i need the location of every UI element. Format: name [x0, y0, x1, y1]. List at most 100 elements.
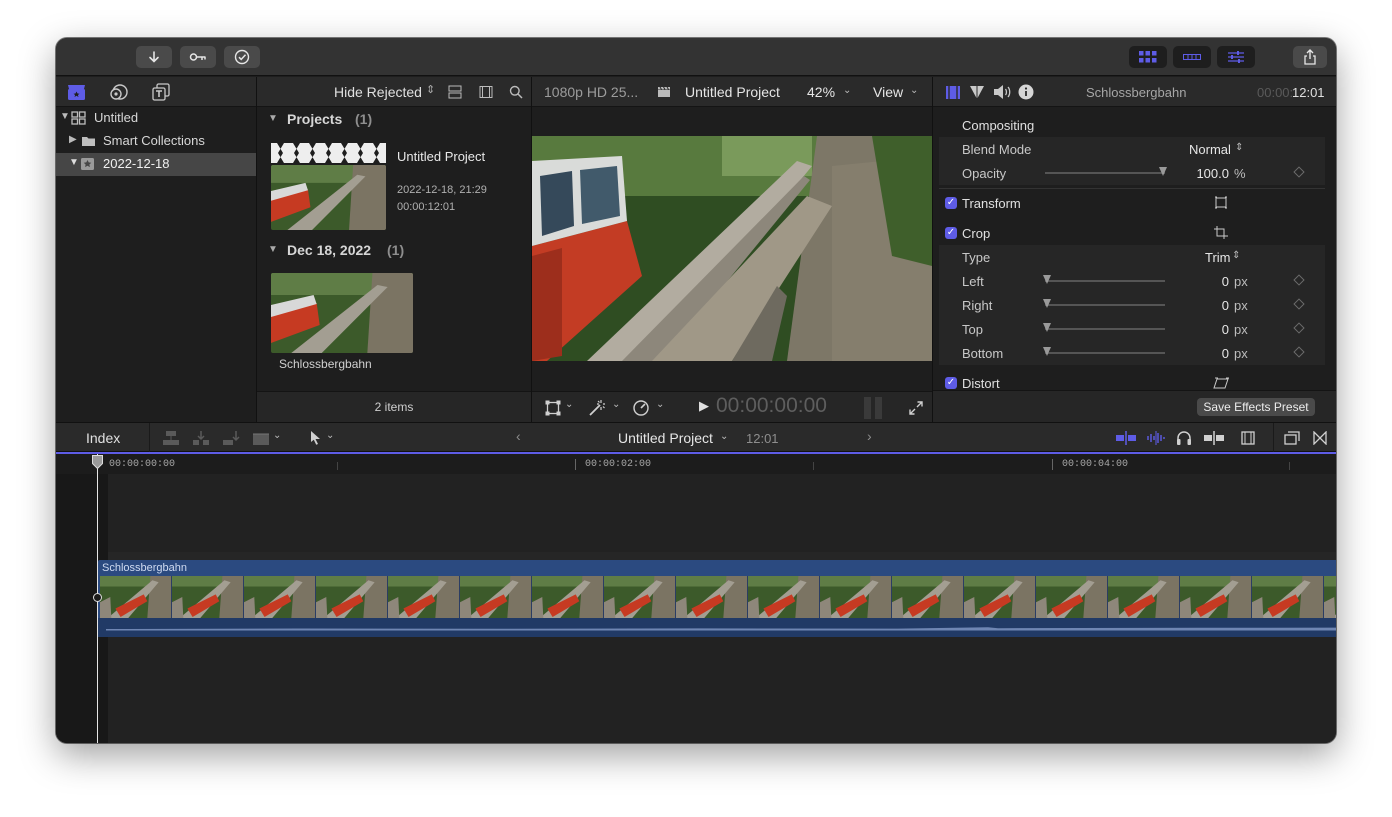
crop-right-slider-knob[interactable] [1043, 299, 1051, 308]
library-item-smart-collections[interactable]: ▶ Smart Collections [56, 130, 256, 153]
photos-audio-icon[interactable] [109, 83, 129, 101]
share-button[interactable] [1293, 46, 1327, 68]
save-effects-preset-button[interactable]: Save Effects Preset [1197, 398, 1315, 416]
search-icon[interactable] [509, 85, 523, 99]
clip-appearance-icon[interactable] [1241, 431, 1255, 445]
crop-left-value[interactable]: 0 [1189, 274, 1229, 289]
viewer-video-frame[interactable] [532, 136, 932, 361]
timeline-area[interactable]: 00:00:00:00 00:00:02:00 00:00:04:00 Schl… [56, 452, 1336, 743]
headphones-icon[interactable] [1176, 430, 1192, 446]
disclosure-open-icon[interactable]: ▼ [69, 157, 79, 168]
keyframe-diamond-icon[interactable] [1293, 322, 1305, 334]
keywords-button[interactable] [180, 46, 216, 68]
select-tool-icon[interactable] [310, 430, 322, 446]
minimize-button[interactable] [89, 51, 101, 63]
chevron-updown-icon[interactable]: ⇕ [426, 83, 435, 96]
info-icon[interactable] [1018, 84, 1034, 100]
disclosure-open-icon[interactable]: ▼ [60, 111, 70, 122]
keyframe-diamond-icon[interactable] [1293, 346, 1305, 358]
timecode-display[interactable]: 00:00:00:00 [716, 394, 827, 418]
crop-bottom-value[interactable]: 0 [1189, 346, 1229, 361]
chevron-down-icon[interactable]: ⌄ [565, 399, 573, 410]
zoom-button[interactable] [109, 51, 121, 63]
crop-left-slider[interactable] [1045, 280, 1165, 282]
crop-top-slider-knob[interactable] [1043, 323, 1051, 332]
timeline-clip[interactable]: Schlossbergbahn [98, 560, 1336, 637]
keyframe-diamond-icon[interactable] [1293, 166, 1305, 178]
chevron-updown-icon[interactable]: ⇕ [1235, 142, 1243, 153]
opacity-value[interactable]: 100.0 [1189, 166, 1229, 181]
clip-appearance-icon[interactable] [448, 85, 462, 99]
crop-top-slider[interactable] [1045, 328, 1165, 330]
crop-left-slider-knob[interactable] [1043, 275, 1051, 284]
playhead-handle-icon[interactable] [92, 455, 103, 469]
distort-onscreen-icon[interactable] [1213, 377, 1229, 389]
titles-generators-icon[interactable] [151, 83, 171, 101]
crop-bottom-slider-knob[interactable] [1043, 347, 1051, 356]
show-timeline-button[interactable] [1173, 46, 1211, 68]
append-clip-icon[interactable] [222, 430, 240, 446]
crop-top-value[interactable]: 0 [1189, 322, 1229, 337]
overwrite-clip-icon[interactable] [252, 430, 270, 446]
chevron-down-icon[interactable]: ⌄ [843, 85, 851, 96]
disclosure-closed-icon[interactable]: ▶ [69, 134, 77, 145]
insert-clip-icon[interactable] [192, 430, 210, 446]
project-thumbnail[interactable] [271, 143, 386, 230]
crop-right-slider[interactable] [1045, 304, 1165, 306]
clip-thumbnail[interactable] [271, 273, 413, 353]
video-inspector-icon[interactable] [945, 85, 961, 100]
blend-mode-popup[interactable]: Normal [1189, 142, 1231, 157]
connect-clip-icon[interactable] [162, 430, 180, 446]
audio-skimming-icon[interactable] [1146, 431, 1166, 445]
magic-wand-icon[interactable] [588, 399, 606, 417]
chevron-down-icon[interactable]: ⌄ [720, 431, 728, 442]
background-tasks-button[interactable] [224, 46, 260, 68]
solo-icon[interactable] [1204, 431, 1224, 445]
crop-checkbox[interactable]: ✓ [945, 227, 957, 239]
speedometer-icon[interactable] [632, 399, 650, 417]
chevron-down-icon[interactable]: ⌄ [612, 399, 620, 410]
keyframe-diamond-icon[interactable] [1293, 298, 1305, 310]
library-item-untitled[interactable]: ▼ Untitled [56, 107, 256, 130]
color-inspector-icon[interactable] [969, 85, 985, 100]
timeline-project-name[interactable]: Untitled Project [618, 430, 713, 446]
chevron-down-icon[interactable]: ⌄ [326, 430, 334, 441]
show-browser-button[interactable] [1129, 46, 1167, 68]
index-button[interactable]: Index [86, 430, 120, 446]
disclosure-open-icon[interactable]: ▼ [268, 113, 278, 124]
crop-bottom-slider[interactable] [1045, 352, 1165, 354]
transform-onscreen-icon[interactable] [1214, 196, 1228, 209]
skimming-icon[interactable] [1116, 431, 1136, 445]
chevron-down-icon[interactable]: ⌄ [273, 430, 281, 441]
opacity-slider[interactable] [1045, 172, 1165, 174]
transform-tool-icon[interactable] [545, 400, 561, 416]
timeline-index-icon[interactable] [1284, 431, 1300, 445]
audio-inspector-icon[interactable] [992, 84, 1012, 100]
chevron-updown-icon[interactable]: ⇕ [1232, 250, 1240, 261]
transform-checkbox[interactable]: ✓ [945, 197, 957, 209]
zoom-popup[interactable]: 42% [807, 84, 835, 100]
close-button[interactable] [69, 51, 81, 63]
history-back-icon[interactable]: ‹ [516, 428, 521, 444]
distort-checkbox[interactable]: ✓ [945, 377, 957, 389]
keyframe-diamond-icon[interactable] [1293, 274, 1305, 286]
transitions-browser-icon[interactable] [1313, 431, 1327, 445]
chevron-down-icon[interactable]: ⌄ [656, 399, 664, 410]
import-button[interactable] [136, 46, 172, 68]
show-inspector-button[interactable] [1217, 46, 1255, 68]
view-menu[interactable]: View [873, 84, 903, 100]
timeline-ruler[interactable]: 00:00:00:00 00:00:02:00 00:00:04:00 [56, 454, 1336, 474]
crop-type-popup[interactable]: Trim [1205, 250, 1231, 265]
disclosure-open-icon[interactable]: ▼ [268, 244, 278, 255]
fullscreen-icon[interactable] [909, 401, 923, 415]
library-item-event[interactable]: ▼ 2022-12-18 [56, 153, 256, 176]
opacity-slider-knob[interactable] [1159, 167, 1167, 176]
crop-right-value[interactable]: 0 [1189, 298, 1229, 313]
chevron-down-icon[interactable]: ⌄ [910, 85, 918, 96]
libraries-icon[interactable] [67, 83, 87, 101]
crop-onscreen-icon[interactable] [1214, 226, 1228, 239]
filter-popup[interactable]: Hide Rejected [334, 84, 422, 100]
play-icon[interactable]: ▶ [699, 398, 709, 414]
filmstrip-icon[interactable] [479, 85, 493, 99]
history-forward-icon[interactable]: › [867, 428, 872, 444]
